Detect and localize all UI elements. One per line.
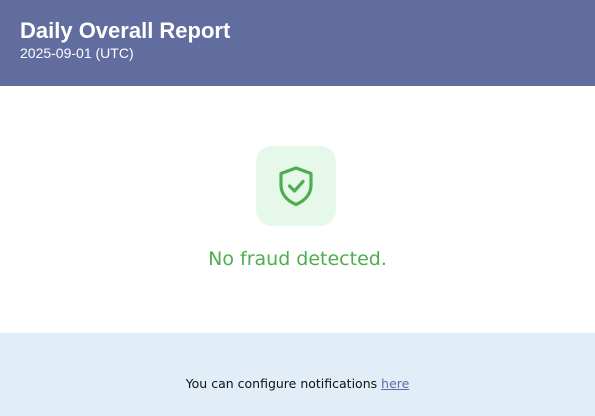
- report-footer: You can configure notifications here: [0, 333, 595, 416]
- report-date: 2025-09-01 (UTC): [20, 45, 134, 61]
- footer-text: You can configure notifications: [185, 376, 378, 391]
- shield-check-icon: [279, 166, 313, 207]
- status-message: No fraud detected.: [208, 248, 387, 270]
- report-header: Daily Overall Report 2025-09-01 (UTC): [0, 0, 595, 86]
- report-body: No fraud detected.: [0, 86, 595, 333]
- footer-message: You can configure notifications here: [0, 376, 595, 392]
- configure-notifications-link[interactable]: here: [381, 376, 409, 391]
- status-icon-container: [256, 146, 336, 226]
- report-title: Daily Overall Report: [20, 18, 231, 43]
